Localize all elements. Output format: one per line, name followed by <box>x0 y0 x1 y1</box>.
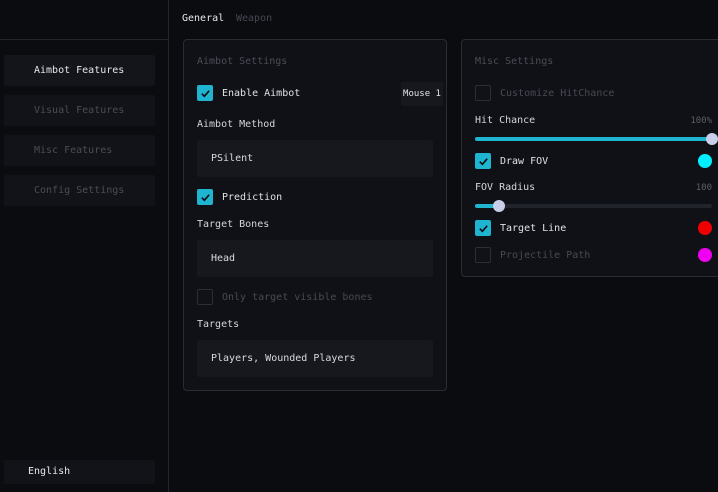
misc-settings-panel: Misc Settings Customize HitChance Hit Ch… <box>461 39 718 277</box>
visible-bones-label: Only target visible bones <box>222 291 373 303</box>
projectile-path-checkbox[interactable] <box>475 247 491 263</box>
hit-chance-slider[interactable] <box>475 133 718 145</box>
fov-radius-label: FOV Radius <box>475 182 536 193</box>
customize-hitchance-row[interactable]: Customize HitChance <box>475 85 614 101</box>
visible-bones-checkbox[interactable] <box>197 289 213 305</box>
tab-weapon[interactable]: Weapon <box>236 13 272 24</box>
sidebar-item-misc-features[interactable]: Misc Features <box>4 135 155 166</box>
checkmark-icon <box>200 193 210 201</box>
sidebar-item-visual-features[interactable]: Visual Features <box>4 95 155 126</box>
targets-label: Targets <box>197 319 240 330</box>
prediction-label: Prediction <box>222 191 283 203</box>
visible-bones-row[interactable]: Only target visible bones <box>197 289 373 305</box>
projectile-path-row[interactable]: Projectile Path <box>475 247 590 263</box>
projectile-path-label: Projectile Path <box>500 249 591 261</box>
targets-select[interactable]: Players, Wounded Players <box>197 340 433 377</box>
sidebar-item-config-settings[interactable]: Config Settings <box>4 175 155 206</box>
aimbot-method-select[interactable]: PSilent <box>197 140 433 177</box>
prediction-row[interactable]: Prediction <box>197 189 282 205</box>
language-selector[interactable]: English <box>4 460 155 484</box>
fov-radius-slider[interactable] <box>475 200 712 212</box>
aimbot-settings-panel: Aimbot Settings Enable Aimbot Mouse 1 Ai… <box>183 39 447 391</box>
sidebar-item-aimbot-features[interactable]: Aimbot Features <box>4 55 155 86</box>
target-line-checkbox[interactable] <box>475 220 491 236</box>
checkmark-icon <box>200 89 210 97</box>
target-bones-label: Target Bones <box>197 219 270 230</box>
checkmark-icon <box>478 224 488 232</box>
customize-hitchance-checkbox[interactable] <box>475 85 491 101</box>
hit-chance-label: Hit Chance <box>475 115 536 126</box>
aimbot-method-label: Aimbot Method <box>197 119 276 130</box>
hit-chance-slider-fill <box>475 137 712 141</box>
draw-fov-color-picker[interactable] <box>698 154 712 168</box>
draw-fov-label: Draw FOV <box>500 155 549 167</box>
checkmark-icon <box>478 157 488 165</box>
sidebar-divider <box>0 39 169 40</box>
fov-radius-slider-thumb[interactable] <box>492 200 505 212</box>
draw-fov-checkbox[interactable] <box>475 153 491 169</box>
projectile-path-color-picker[interactable] <box>698 248 712 262</box>
hit-chance-value: 100% <box>690 116 712 126</box>
target-line-row[interactable]: Target Line <box>475 220 566 236</box>
prediction-checkbox[interactable] <box>197 189 213 205</box>
customize-hitchance-label: Customize HitChance <box>500 87 615 99</box>
aimbot-keybind-button[interactable]: Mouse 1 <box>401 82 443 106</box>
target-bones-select[interactable]: Head <box>197 240 433 277</box>
target-line-color-picker[interactable] <box>698 221 712 235</box>
hit-chance-slider-thumb[interactable] <box>706 133 718 145</box>
tab-general[interactable]: General <box>182 13 224 24</box>
enable-aimbot-label: Enable Aimbot <box>222 87 301 99</box>
draw-fov-row[interactable]: Draw FOV <box>475 153 548 169</box>
fov-radius-value: 100 <box>695 183 712 193</box>
enable-aimbot-row[interactable]: Enable Aimbot <box>197 85 300 101</box>
sidebar: Aimbot Features Visual Features Misc Fea… <box>0 0 169 492</box>
panel-title: Aimbot Settings <box>197 56 288 67</box>
target-line-label: Target Line <box>500 222 567 234</box>
panel-title: Misc Settings <box>475 56 554 67</box>
enable-aimbot-checkbox[interactable] <box>197 85 213 101</box>
